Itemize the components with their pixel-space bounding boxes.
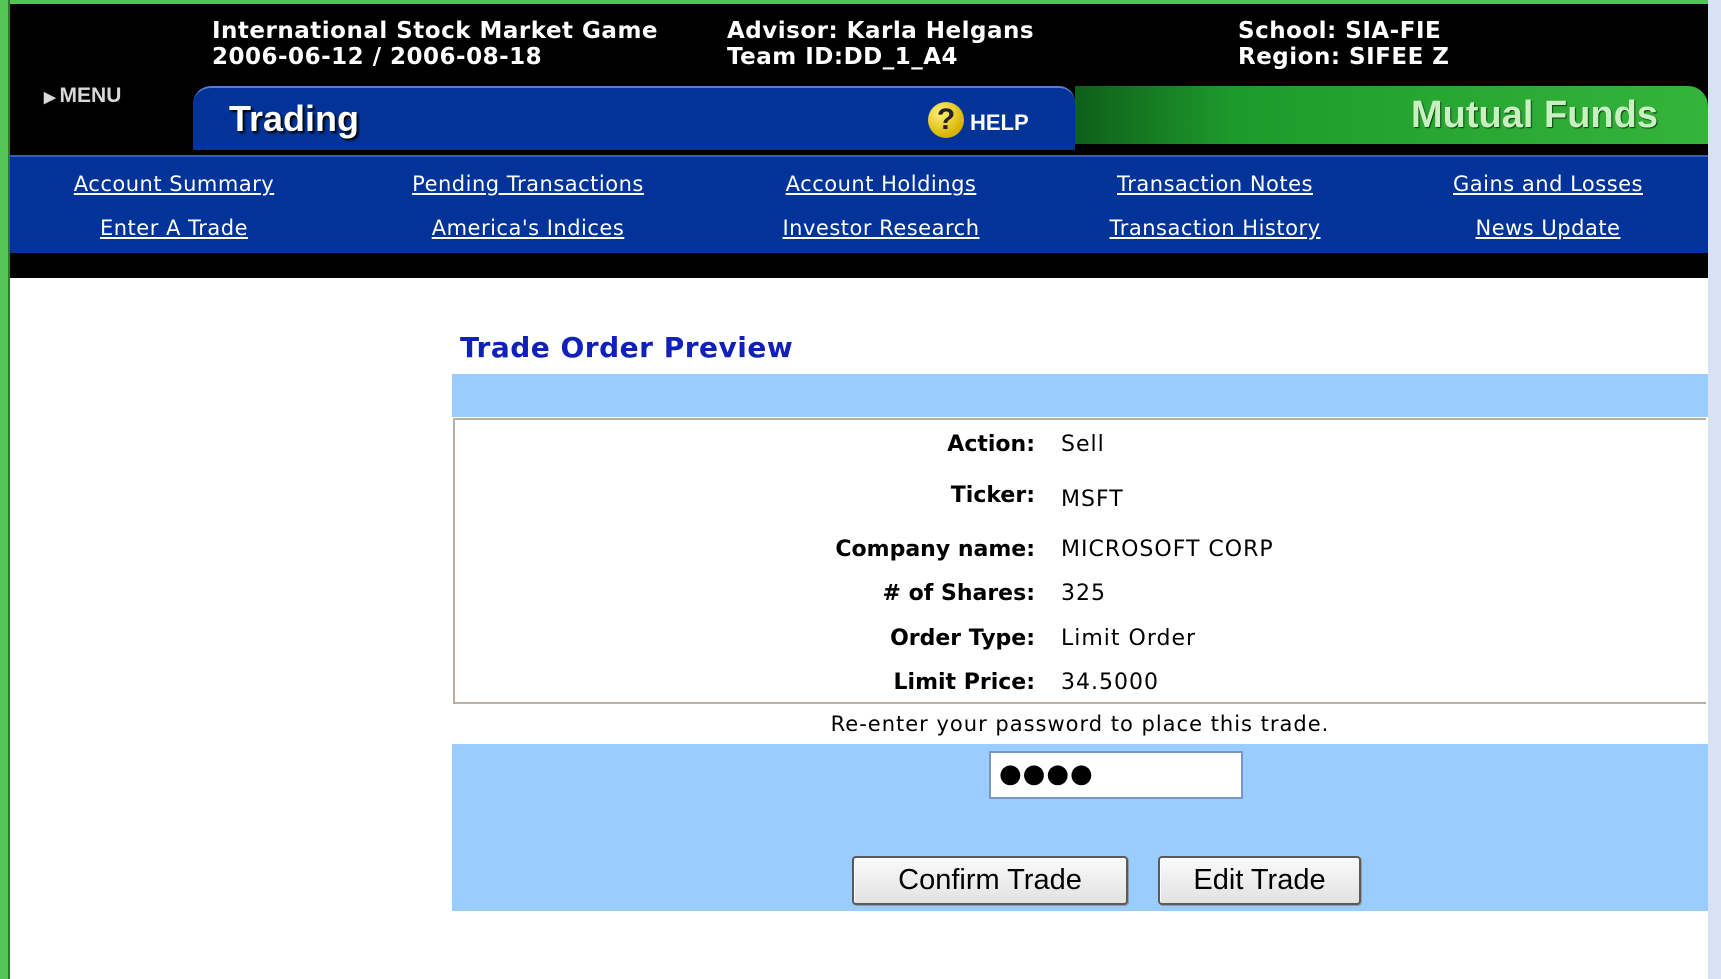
confirm-trade-button[interactable]: Confirm Trade xyxy=(852,856,1128,905)
page-title: Trade Order Preview xyxy=(460,331,794,364)
password-input[interactable]: ●●●● xyxy=(989,751,1243,799)
action-value: Sell xyxy=(1061,432,1105,457)
advisor-name: Advisor: Karla Helgans xyxy=(727,18,1035,44)
tab-trading-label: Trading xyxy=(229,98,360,139)
order-details: Action: Sell Ticker: MSFT Company name: … xyxy=(453,418,1706,704)
shares-label: # of Shares: xyxy=(882,581,1035,606)
tab-mutual-funds-label: Mutual Funds xyxy=(1411,94,1658,136)
detail-row-shares: # of Shares: 325 xyxy=(455,581,1706,611)
triangle-right-icon: ▶ xyxy=(44,89,56,106)
nav-transaction-notes[interactable]: Transaction Notes xyxy=(1117,172,1313,196)
header-band xyxy=(452,374,1708,417)
nav-account-summary[interactable]: Account Summary xyxy=(74,172,274,196)
nav-gains-and-losses[interactable]: Gains and Losses xyxy=(1453,172,1643,196)
shares-value: 325 xyxy=(1061,581,1106,606)
nav-americas-indices[interactable]: America's Indices xyxy=(432,216,625,240)
site-header: International Stock Market Game 2006-06-… xyxy=(10,4,1708,278)
detail-row-ticker: Ticker: MSFT xyxy=(455,483,1706,513)
action-label: Action: xyxy=(947,432,1035,457)
menu-button[interactable]: ▶ MENU xyxy=(44,84,121,108)
limit-price-value: 34.5000 xyxy=(1061,670,1159,695)
detail-row-action: Action: Sell xyxy=(455,432,1706,462)
help-button[interactable]: ? HELP xyxy=(928,102,1029,138)
nav-investor-research[interactable]: Investor Research xyxy=(782,216,979,240)
nav-enter-a-trade[interactable]: Enter A Trade xyxy=(100,216,248,240)
menu-label: MENU xyxy=(59,84,122,107)
window-frame-right xyxy=(1708,0,1721,979)
nav-news-update[interactable]: News Update xyxy=(1476,216,1621,240)
ticker-value: MSFT xyxy=(1061,487,1124,512)
order-type-value: Limit Order xyxy=(1061,626,1197,651)
detail-row-limit-price: Limit Price: 34.5000 xyxy=(455,670,1706,700)
tab-trading[interactable]: Trading ? HELP xyxy=(193,86,1075,150)
tab-mutual-funds[interactable]: Mutual Funds xyxy=(1075,86,1708,144)
detail-row-order-type: Order Type: Limit Order xyxy=(455,626,1706,656)
nav-account-holdings[interactable]: Account Holdings xyxy=(786,172,977,196)
company-name-label: Company name: xyxy=(835,537,1035,562)
window-frame-left xyxy=(0,0,10,979)
edit-trade-button[interactable]: Edit Trade xyxy=(1158,856,1361,905)
region-name: Region: SIFEE Z xyxy=(1238,44,1450,70)
detail-row-company-name: Company name: MICROSOFT CORP xyxy=(455,537,1706,567)
nav-bar: Account Summary Pending Transactions Acc… xyxy=(10,155,1708,253)
game-dates: 2006-06-12 / 2006-08-18 xyxy=(212,44,543,70)
game-title: International Stock Market Game xyxy=(212,18,659,44)
limit-price-label: Limit Price: xyxy=(893,670,1035,695)
nav-transaction-history[interactable]: Transaction History xyxy=(1109,216,1320,240)
school-name: School: SIA-FIE xyxy=(1238,18,1442,44)
team-id: Team ID:DD_1_A4 xyxy=(727,44,959,70)
order-type-label: Order Type: xyxy=(890,626,1035,651)
nav-pending-transactions[interactable]: Pending Transactions xyxy=(412,172,644,196)
password-prompt: Re-enter your password to place this tra… xyxy=(830,712,1330,736)
help-label: HELP xyxy=(970,110,1029,135)
company-name-value: MICROSOFT CORP xyxy=(1061,537,1274,562)
ticker-label: Ticker: xyxy=(950,483,1035,508)
question-mark-icon: ? xyxy=(928,102,964,138)
